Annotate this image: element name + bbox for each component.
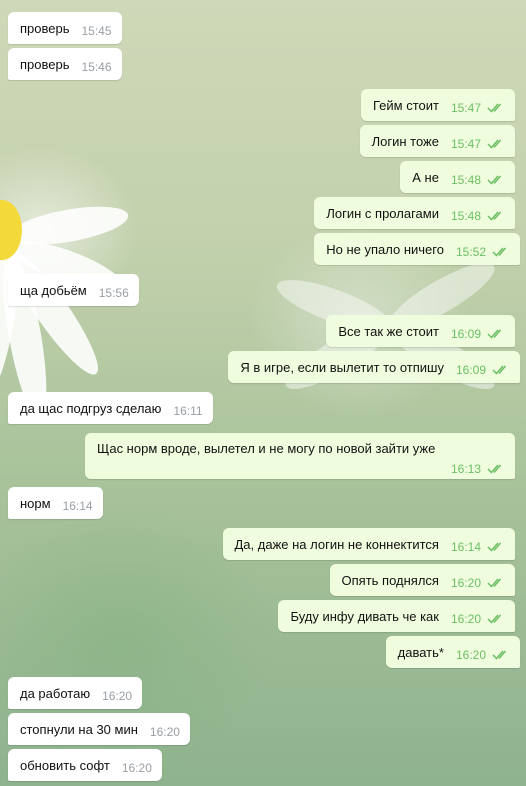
message-time: 15:47 — [450, 137, 481, 151]
message-text: норм — [20, 495, 51, 511]
message-text: давать* — [397, 644, 444, 660]
double-check-icon — [487, 210, 505, 222]
message-text: проверь — [20, 56, 70, 72]
message-outgoing[interactable]: Я в игре, если вылетит то отпишу 16:09 — [228, 351, 520, 383]
message-outgoing[interactable]: Опять поднялся 16:20 — [329, 564, 515, 596]
message-text: проверь — [20, 20, 70, 36]
double-check-icon — [487, 102, 505, 114]
message-time: 16:13 — [450, 462, 481, 476]
message-text: А не — [412, 169, 439, 185]
message-incoming[interactable]: проверь 15:46 — [8, 48, 122, 80]
message-outgoing[interactable]: Все так же стоит 16:09 — [326, 315, 515, 347]
message-time: 16:09 — [455, 363, 486, 377]
message-time: 16:20 — [450, 612, 481, 626]
double-check-icon — [487, 613, 505, 625]
message-text: обновить софт — [20, 757, 110, 773]
double-check-icon — [487, 328, 505, 340]
message-text: Логин тоже — [371, 133, 439, 149]
message-incoming[interactable]: да щас подгруз сделаю 16:11 — [8, 392, 213, 424]
message-outgoing[interactable]: Да, даже на логин не коннектится 16:14 — [222, 528, 515, 560]
message-outgoing[interactable]: Логин тоже 15:47 — [359, 125, 515, 157]
message-incoming[interactable]: стопнули на 30 мин 16:20 — [8, 713, 190, 745]
message-outgoing[interactable]: Буду инфу дивать че как 16:20 — [278, 600, 515, 632]
message-text: Опять поднялся — [341, 572, 439, 588]
message-outgoing[interactable]: давать* 16:20 — [385, 636, 520, 668]
message-time: 15:47 — [450, 101, 481, 115]
message-text: Буду инфу дивать че как — [290, 608, 439, 624]
message-text: стопнули на 30 мин — [20, 721, 138, 737]
message-text: ща добьём — [20, 282, 87, 298]
message-time: 15:45 — [81, 24, 112, 38]
message-text: Логин с пролагами — [326, 205, 439, 221]
double-check-icon — [492, 364, 510, 376]
message-time: 16:20 — [450, 576, 481, 590]
double-check-icon — [487, 138, 505, 150]
double-check-icon — [487, 174, 505, 186]
message-time: 16:20 — [149, 725, 180, 739]
message-text: Щас норм вроде, вылетел и не могу по нов… — [97, 441, 436, 456]
message-text: Все так же стоит — [338, 323, 439, 339]
message-time: 15:52 — [455, 245, 486, 259]
message-incoming[interactable]: проверь 15:45 — [8, 12, 122, 44]
message-incoming[interactable]: ща добьём 15:56 — [8, 274, 139, 306]
message-incoming[interactable]: норм 16:14 — [8, 487, 103, 519]
message-meta: 16:13 — [439, 459, 505, 476]
message-time: 15:48 — [450, 173, 481, 187]
message-incoming[interactable]: да работаю 16:20 — [8, 677, 143, 709]
message-text: Но не упало ничего — [326, 241, 444, 257]
double-check-icon — [492, 649, 510, 661]
message-text: Я в игре, если вылетит то отпишу — [240, 359, 444, 375]
message-text: да работаю — [20, 685, 91, 701]
message-incoming[interactable]: обновить софт 16:20 — [8, 749, 162, 781]
double-check-icon — [487, 577, 505, 589]
message-time: 16:20 — [455, 648, 486, 662]
message-outgoing[interactable]: А не 15:48 — [400, 161, 515, 193]
message-outgoing[interactable]: Логин с пролагами 15:48 — [314, 197, 515, 229]
message-time: 15:48 — [450, 209, 481, 223]
message-time: 16:09 — [450, 327, 481, 341]
message-time: 16:14 — [62, 499, 93, 513]
message-text: Гейм стоит — [373, 97, 439, 113]
double-check-icon — [492, 246, 510, 258]
message-time: 15:46 — [81, 60, 112, 74]
message-outgoing[interactable]: Но не упало ничего 15:52 — [314, 233, 520, 265]
double-check-icon — [487, 541, 505, 553]
message-time: 16:20 — [102, 689, 133, 703]
message-outgoing[interactable]: Щас норм вроде, вылетел и не могу по нов… — [85, 433, 515, 479]
message-time: 15:56 — [98, 286, 129, 300]
message-text: Да, даже на логин не коннектится — [234, 536, 439, 552]
message-time: 16:20 — [121, 761, 152, 775]
message-time: 16:14 — [450, 540, 481, 554]
double-check-icon — [487, 463, 505, 475]
chat-history[interactable]: проверь 15:45 проверь 15:46 Гейм стоит 1… — [0, 0, 526, 786]
message-time: 16:11 — [173, 404, 203, 418]
message-text: да щас подгруз сделаю — [20, 400, 162, 416]
message-outgoing[interactable]: Гейм стоит 15:47 — [361, 89, 515, 121]
